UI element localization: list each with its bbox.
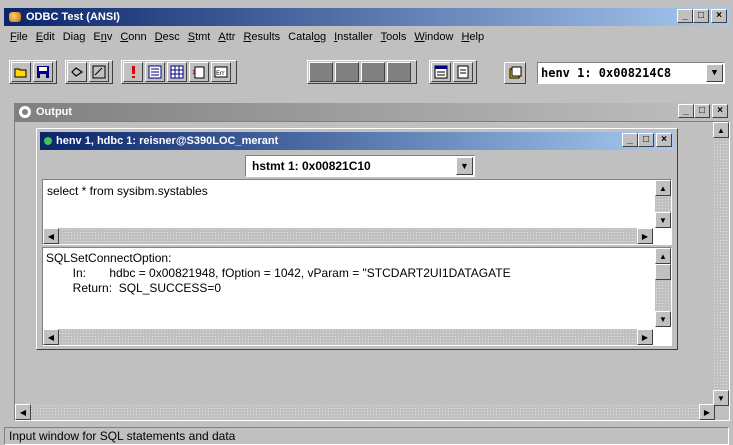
output-title-bar[interactable]: Output _ □ × [14, 103, 730, 121]
disconnect-icon[interactable] [89, 62, 109, 82]
output-maximize-button[interactable]: □ [694, 104, 710, 118]
document-icon[interactable] [453, 62, 473, 82]
input-horizontal-scrollbar[interactable]: ◀ ▶ [43, 228, 653, 244]
status-text: Input window for SQL statements and data [9, 429, 236, 443]
result-vertical-scrollbar[interactable]: ▲ ▼ [655, 248, 671, 327]
scroll-down-icon[interactable]: ▼ [655, 212, 671, 228]
scroll-up-icon[interactable]: ▲ [655, 180, 671, 196]
toolbar-group-file [9, 60, 57, 84]
result-line: Return: SQL_SUCCESS=0 [46, 281, 222, 295]
connection-window: henv 1, hdbc 1: reisner@S390LOC_merant _… [36, 128, 678, 350]
child-close-button[interactable]: × [656, 133, 672, 147]
disabled-button-4 [387, 62, 411, 82]
output-vertical-scrollbar[interactable]: ▲ ▼ [713, 122, 729, 406]
henv-select-value: henv 1: 0x008214C8 [541, 66, 672, 80]
menu-item-edit[interactable]: Edit [32, 31, 59, 43]
result-line: In: hdbc = 0x00821948, fOption = 1042, v… [46, 266, 511, 280]
menu-item-catalog[interactable]: Catalog [284, 31, 330, 43]
output-title: Output [36, 106, 73, 118]
output-window-icon [19, 106, 31, 118]
save-icon[interactable] [33, 62, 53, 82]
toolbar-group-stmt: Err [121, 60, 237, 84]
disabled-button-2 [335, 62, 359, 82]
status-bar: Input window for SQL statements and data [4, 427, 729, 445]
svg-text:Err: Err [216, 70, 225, 77]
input-vertical-scrollbar[interactable]: ▲ ▼ [655, 180, 671, 228]
list-icon[interactable] [145, 62, 165, 82]
output-close-button[interactable]: × [712, 104, 728, 118]
toolbar: Err henv 1: 0x008214C8 ▼ [4, 52, 729, 90]
menu-item-attr[interactable]: Attr [214, 31, 239, 43]
menu-item-conn[interactable]: Conn [116, 31, 150, 43]
scroll-down-icon[interactable]: ▼ [655, 311, 671, 327]
result-output-pane[interactable]: SQLSetConnectOption: In: hdbc = 0x008219… [42, 247, 672, 346]
hstmt-select[interactable]: hstmt 1: 0x00821C10 ▼ [245, 155, 475, 177]
menu-item-desc[interactable]: Desc [151, 31, 184, 43]
scroll-right-icon[interactable]: ▶ [699, 404, 715, 420]
menu-bar: File Edit Diag Env Conn Desc Stmt Attr Results Ca… [4, 28, 729, 46]
scroll-right-icon[interactable]: ▶ [637, 228, 653, 244]
connection-title-bar[interactable]: henv 1, hdbc 1: reisner@S390LOC_merant _… [40, 132, 674, 150]
menu-item-stmt[interactable]: Stmt [184, 31, 215, 43]
result-line: SQLSetConnectOption: [46, 251, 172, 265]
scroll-right-icon[interactable]: ▶ [637, 329, 653, 345]
clipboard-icon[interactable] [189, 62, 209, 82]
chevron-down-icon[interactable]: ▼ [706, 64, 723, 82]
hstmt-select-value: hstmt 1: 0x00821C10 [252, 159, 371, 173]
scroll-down-icon[interactable]: ▼ [713, 390, 729, 406]
app-title-bar[interactable]: ODBC Test (ANSI) _ □ × [4, 8, 729, 26]
scroll-up-icon[interactable]: ▲ [655, 248, 671, 264]
child-minimize-button[interactable]: _ [622, 133, 638, 147]
app-title: ODBC Test (ANSI) [26, 11, 120, 23]
toolbar-group-window [429, 60, 477, 84]
menu-item-results[interactable]: Results [239, 31, 284, 43]
menu-item-installer[interactable]: Installer [330, 31, 377, 43]
output-horizontal-scrollbar[interactable]: ◀ ▶ [15, 404, 715, 420]
disabled-button-1 [309, 62, 333, 82]
sql-input-pane[interactable]: select * from sysibm.systables ▲ ▼ ◀ ▶ [42, 179, 672, 245]
scroll-left-icon[interactable]: ◀ [15, 404, 31, 420]
window-tile-icon[interactable] [431, 62, 451, 82]
scroll-thumb[interactable] [655, 264, 671, 280]
toolbar-group-disabled [307, 60, 417, 84]
fullconnect-icon[interactable] [504, 62, 526, 84]
result-horizontal-scrollbar[interactable]: ◀ ▶ [43, 329, 653, 345]
menu-item-file[interactable]: File [6, 31, 32, 43]
connect-icon[interactable] [67, 62, 87, 82]
henv-select[interactable]: henv 1: 0x008214C8 ▼ [537, 62, 725, 84]
maximize-button[interactable]: □ [693, 9, 709, 23]
menu-item-window[interactable]: Window [410, 31, 457, 43]
error-icon[interactable]: Err [211, 62, 231, 82]
disabled-button-3 [361, 62, 385, 82]
grid-icon[interactable] [167, 62, 187, 82]
scroll-left-icon[interactable]: ◀ [43, 228, 59, 244]
sql-input-text: select * from sysibm.systables [47, 184, 208, 198]
output-minimize-button[interactable]: _ [678, 104, 694, 118]
menu-item-tools[interactable]: Tools [377, 31, 411, 43]
menu-item-env[interactable]: Env [89, 31, 116, 43]
chevron-down-icon[interactable]: ▼ [456, 157, 473, 175]
menu-item-help[interactable]: Help [457, 31, 488, 43]
open-icon[interactable] [11, 62, 31, 82]
connection-title: henv 1, hdbc 1: reisner@S390LOC_merant [56, 135, 279, 147]
minimize-button[interactable]: _ [677, 9, 693, 23]
connection-status-icon [44, 137, 52, 145]
menu-item-diag[interactable]: Diag [59, 31, 90, 43]
child-maximize-button[interactable]: □ [638, 133, 654, 147]
scroll-up-icon[interactable]: ▲ [713, 122, 729, 138]
execute-icon[interactable] [123, 62, 143, 82]
scroll-left-icon[interactable]: ◀ [43, 329, 59, 345]
odbc-app-icon [8, 10, 22, 24]
toolbar-group-connect [65, 60, 113, 84]
close-button[interactable]: × [711, 9, 727, 23]
